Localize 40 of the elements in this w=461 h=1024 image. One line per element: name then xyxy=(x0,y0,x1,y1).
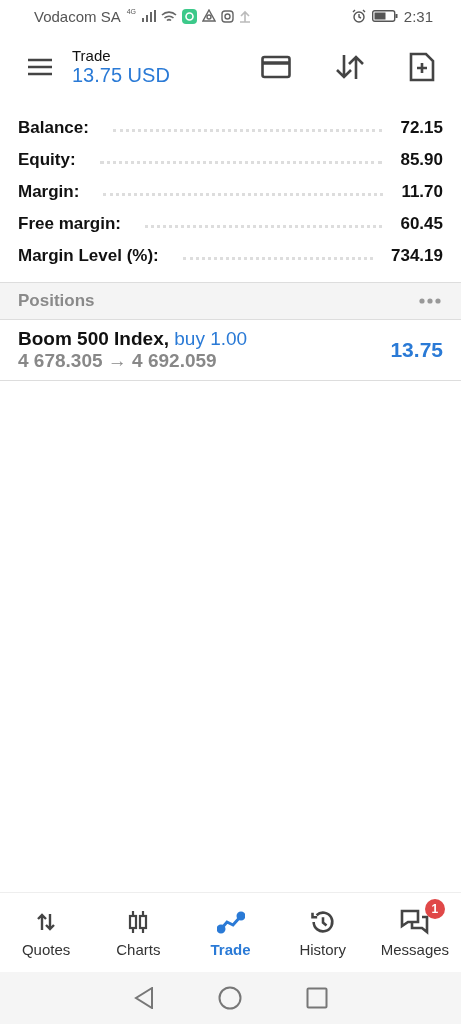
account-label: Margin: xyxy=(18,182,80,202)
app-notification-icon xyxy=(182,8,198,24)
back-icon[interactable] xyxy=(133,987,154,1009)
battery-icon xyxy=(371,10,398,22)
nav-tab[interactable]: 1 Messages xyxy=(368,893,461,972)
upload-icon xyxy=(239,9,252,23)
home-icon[interactable] xyxy=(217,986,242,1010)
position-profit: 13.75 xyxy=(390,338,443,362)
position-row[interactable]: Boom 500 Index, buy 1.00 4 678.305 → 4 692.059 13.75 xyxy=(0,320,461,381)
line-chart-icon xyxy=(216,910,245,934)
account-value: 60.45 xyxy=(400,214,443,234)
account-profit: 13.75 USD xyxy=(72,64,170,87)
alarm-icon xyxy=(351,9,366,23)
account-value: 85.90 xyxy=(400,150,443,170)
screen-title: Trade xyxy=(72,47,112,64)
wifi-icon xyxy=(161,9,178,23)
notification-icon xyxy=(202,9,217,23)
nav-tab[interactable]: History xyxy=(276,893,369,972)
account-label: Equity: xyxy=(18,150,76,170)
account-label: Margin Level (%): xyxy=(18,246,159,266)
account-label: Free margin: xyxy=(18,214,121,234)
account-value: 72.15 xyxy=(400,118,443,138)
recents-icon[interactable] xyxy=(305,987,328,1009)
camera-icon xyxy=(221,9,235,23)
position-prices: 4 678.305 → 4 692.059 xyxy=(18,350,218,372)
chat-icon xyxy=(398,907,431,937)
section-title: Positions xyxy=(18,291,96,311)
account-value: 11.70 xyxy=(401,182,443,202)
nav-tab[interactable]: Charts xyxy=(92,893,185,972)
nav-tab[interactable]: Trade xyxy=(184,893,277,972)
clock-time: 2:31 xyxy=(403,7,433,25)
position-symbol: Boom 500 Index, buy 1.00 xyxy=(18,328,249,350)
history-icon xyxy=(308,908,337,936)
more-icon[interactable] xyxy=(419,298,441,304)
nav-tab[interactable]: Quotes xyxy=(0,893,93,972)
account-label: Balance: xyxy=(18,118,89,138)
signal-icon xyxy=(142,10,157,22)
carrier-name: Vodacom SA xyxy=(34,7,121,25)
unread-badge: 1 xyxy=(424,899,445,919)
account-value: 734.19 xyxy=(391,246,443,266)
